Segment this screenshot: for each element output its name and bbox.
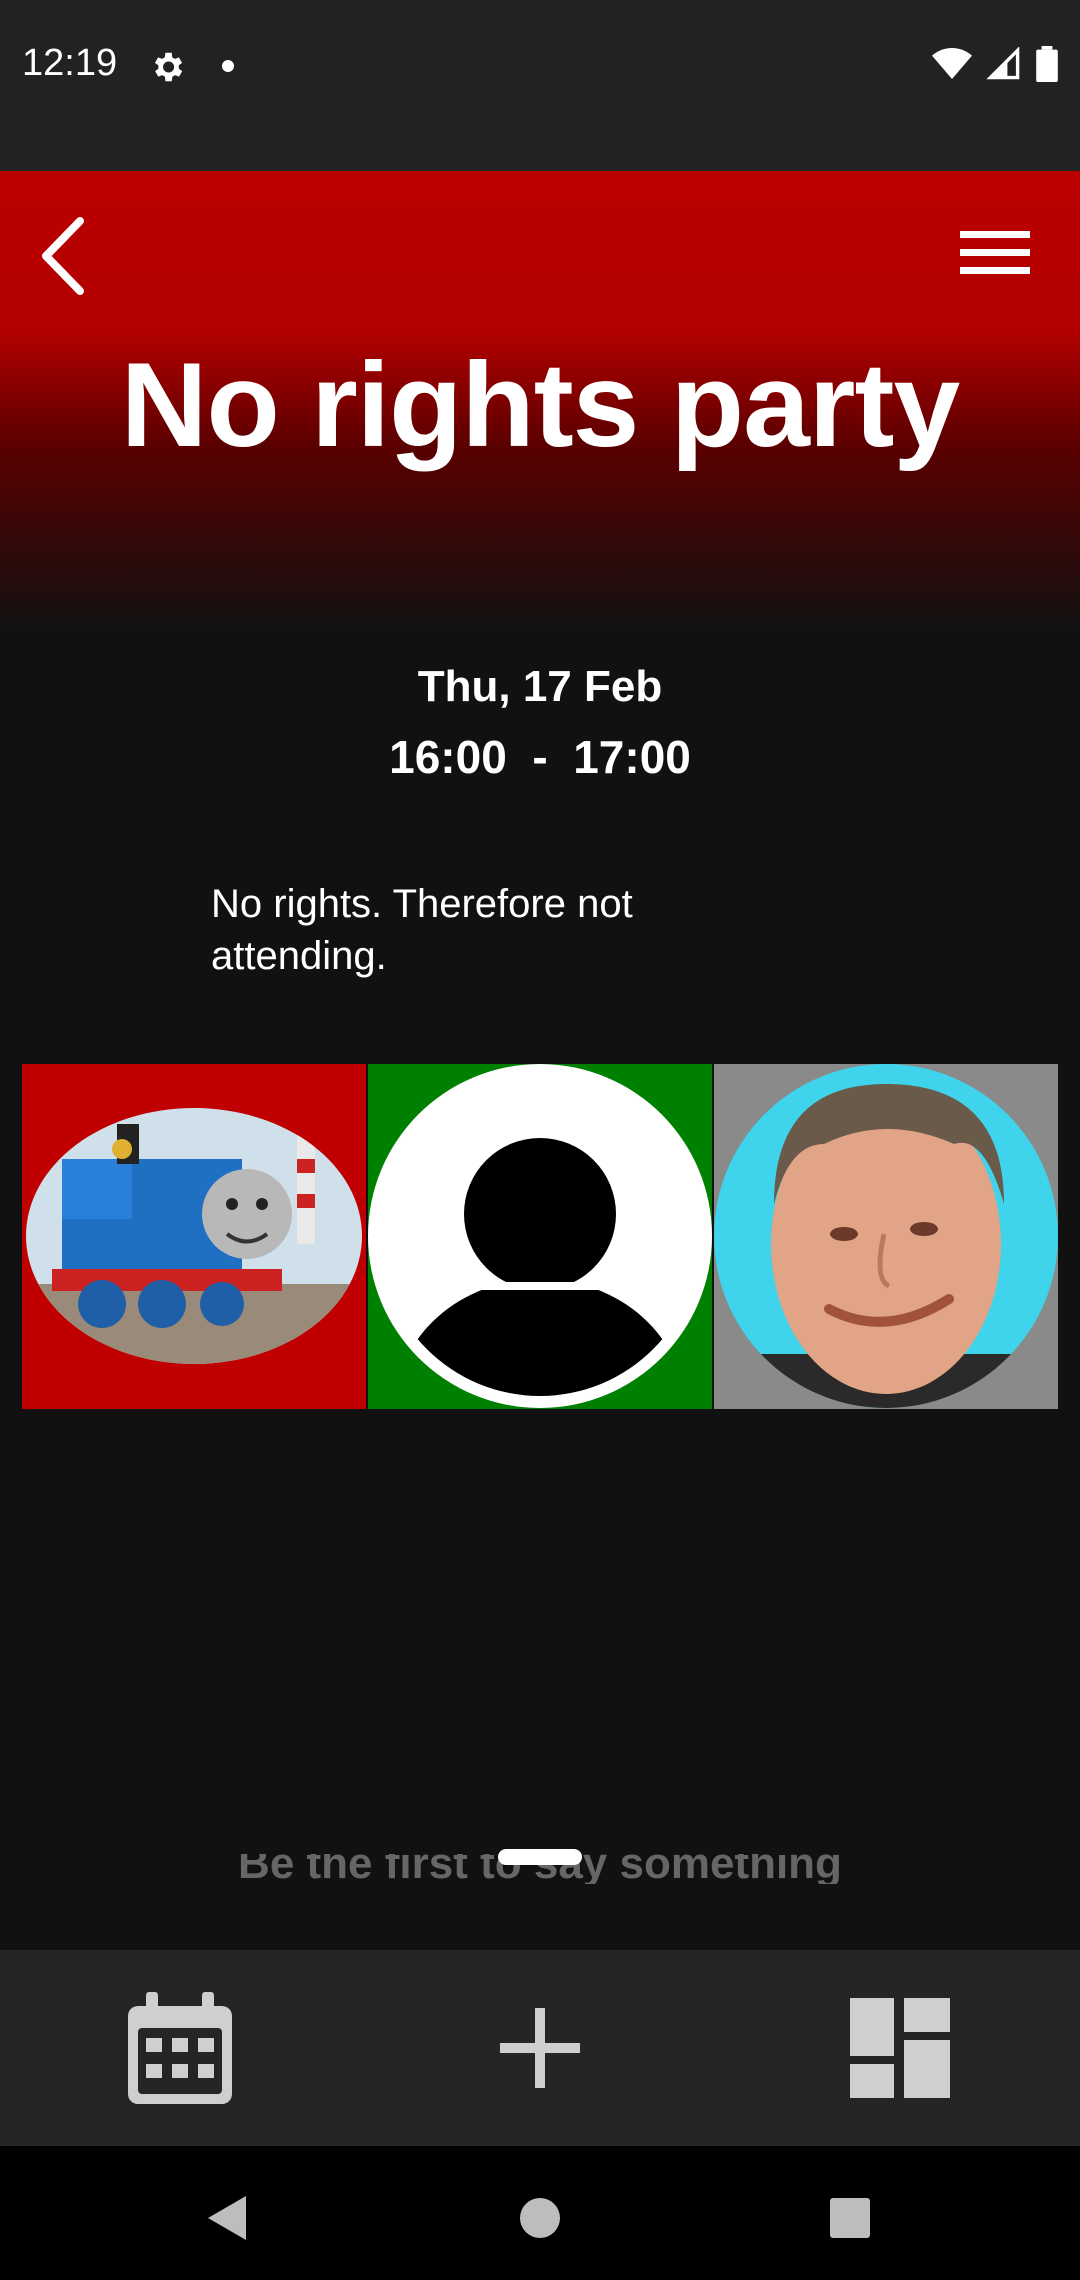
event-time-range: 16:00 - 17:00 [389,731,691,783]
system-nav-bar [0,2146,1080,2280]
nav-dashboard-button[interactable] [840,1988,960,2108]
nav-add-button[interactable] [480,1988,600,2108]
event-date: Thu, 17 Feb [417,662,663,711]
event-description: No rights. Therefore not attending. [211,882,633,978]
cellular-signal-icon [986,47,1020,80]
nav-calendar-button[interactable] [120,1988,240,2108]
system-home-icon[interactable] [510,2188,570,2248]
comments-drawer-handle[interactable] [498,1849,582,1865]
back-arrow-icon[interactable] [36,211,96,301]
attendee-tile-default[interactable] [368,1064,712,1409]
system-back-icon[interactable] [196,2188,256,2248]
dashboard-icon [850,1998,950,2098]
battery-icon [1036,46,1058,82]
train-avatar-icon [26,1108,362,1364]
status-time: 12:19 [22,42,118,84]
attendee-tile-photo[interactable] [714,1064,1058,1409]
menu-icon[interactable] [960,223,1030,283]
status-indicators [932,46,1058,82]
notification-dot-icon [222,60,234,72]
page-title: No rights party [120,338,960,472]
default-user-avatar-icon [368,1064,712,1408]
wifi-icon [932,48,972,79]
bottom-nav [0,1950,1080,2146]
event-header: No rights party [0,171,1080,630]
status-bar: 12:19 [0,0,1080,171]
calendar-icon [128,1992,232,2104]
person-photo-avatar [714,1064,1058,1408]
system-recents-icon[interactable] [820,2188,880,2248]
add-icon [500,2008,580,2088]
settings-gear-icon [154,52,183,82]
attendee-row [22,1064,1058,1409]
attendee-tile-thomas[interactable] [22,1064,366,1409]
